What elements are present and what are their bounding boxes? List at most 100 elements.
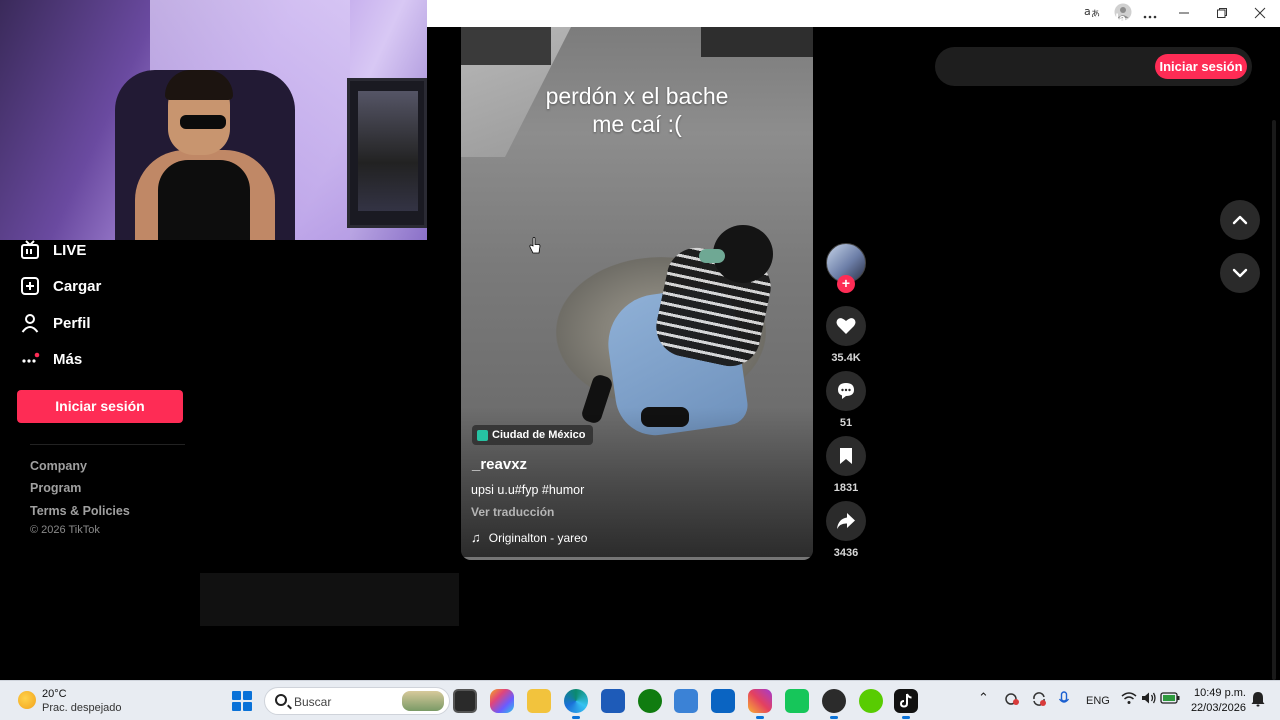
video-username[interactable]: _reavxz (472, 456, 527, 473)
file-explorer-icon[interactable] (527, 689, 551, 713)
video-player[interactable]: perdón x el bache me caí :( Ciudad de Mé… (461, 27, 813, 560)
minimize-icon[interactable] (1173, 3, 1195, 25)
comment-icon (838, 383, 854, 399)
tiktok-icon[interactable] (894, 689, 918, 719)
get-desktop-label: Obtener la ... (1064, 12, 1140, 26)
clock-date: 22/03/2026 (1190, 702, 1246, 714)
location-badge[interactable]: Ciudad de México (472, 425, 593, 445)
search-icon (275, 694, 287, 706)
tray-network-alert-icon[interactable] (1004, 691, 1020, 710)
caption-line: me caí :( (592, 111, 682, 137)
music-note-icon: ♫ (471, 530, 481, 545)
sidebar-item-label: Cargar (53, 277, 102, 295)
tiktok-app: aあ LIVE Cargar Perfil Más Iniciar sesión… (0, 0, 1280, 720)
translate-link[interactable]: Ver traducción (471, 505, 554, 519)
tiktok-coin-icon (947, 12, 960, 26)
outlook-icon[interactable] (711, 689, 735, 713)
obs-icon[interactable] (822, 689, 846, 719)
search-label: Buscar (294, 695, 332, 709)
footer-link-program[interactable]: Program (30, 481, 81, 495)
share-icon (837, 513, 855, 529)
sidebar-item-label: Más (53, 350, 83, 368)
bookmark-icon (840, 448, 852, 464)
footer-link-terms[interactable]: Terms & Policies (30, 504, 130, 518)
caption-line: perdón x el bache (545, 83, 729, 109)
microsoft-store-icon[interactable] (601, 689, 625, 713)
search-highlight-image (402, 691, 444, 711)
clock-time: 10:49 p.m. (1194, 687, 1246, 699)
save-button[interactable] (826, 436, 866, 476)
upload-icon (20, 276, 40, 296)
placeholder-panel (200, 573, 459, 626)
edge-icon[interactable] (564, 689, 588, 719)
wifi-icon[interactable] (1121, 691, 1137, 708)
save-count: 1831 (833, 482, 859, 494)
phone-icon (1048, 12, 1059, 26)
follow-plus-icon[interactable]: + (837, 275, 855, 293)
header-login-button[interactable]: Iniciar sesión (1155, 54, 1247, 79)
chevron-up-icon (1232, 215, 1248, 225)
chevron-down-icon (1232, 268, 1248, 278)
close-icon[interactable] (1249, 3, 1271, 25)
page-scrollbar[interactable] (1272, 120, 1276, 680)
sidebar-item-cargar[interactable]: Cargar (20, 272, 101, 300)
comment-button[interactable] (826, 371, 866, 411)
get-desktop-button[interactable]: Obtener la ... (1048, 12, 1140, 26)
sidebar-item-label: LIVE (53, 241, 87, 259)
sidebar-item-live[interactable]: LIVE (20, 236, 86, 264)
footer-link-company[interactable]: Company (30, 459, 87, 473)
like-button[interactable] (826, 306, 866, 346)
video-caption-overlay: perdón x el bache me caí :( (461, 82, 813, 138)
like-count: 35.4K (831, 352, 861, 364)
get-app-button[interactable]: Obtener M... (947, 12, 1036, 26)
share-count: 3436 (833, 547, 859, 559)
browser-topbar: aあ (427, 0, 1280, 27)
microphone-icon[interactable] (1058, 691, 1070, 710)
video-progress-bar[interactable] (461, 557, 813, 560)
duolingo-icon[interactable] (859, 689, 883, 713)
battery-icon[interactable] (1160, 692, 1180, 707)
tray-expand-icon[interactable]: ⌃ (978, 690, 989, 706)
share-button[interactable] (826, 501, 866, 541)
sidebar-item-label: Perfil (53, 314, 91, 332)
location-pin-icon (477, 429, 488, 441)
sidebar-divider (30, 444, 185, 445)
copyright: © 2026 TikTok (30, 524, 100, 536)
weather-widget[interactable]: 20°C Prac. despejado (18, 688, 158, 716)
location-label: Ciudad de México (492, 429, 586, 441)
previous-video-button[interactable] (1220, 200, 1260, 240)
restore-icon[interactable] (1211, 3, 1233, 25)
kick-icon[interactable] (785, 689, 809, 713)
outlook-box-icon[interactable] (674, 689, 698, 713)
get-app-label: Obtener M... (964, 12, 1037, 26)
weather-temp: 20°C (42, 688, 67, 700)
system-clock[interactable]: 10:49 p.m. 22/03/2026 (1188, 686, 1246, 716)
windows-start-icon[interactable] (232, 691, 252, 711)
heart-icon (836, 318, 856, 334)
more-icon[interactable] (1139, 3, 1161, 25)
volume-icon[interactable] (1141, 691, 1157, 708)
tray-sync-icon[interactable] (1031, 691, 1047, 710)
task-view-icon[interactable] (453, 689, 477, 713)
weather-sun-icon (18, 691, 36, 709)
notification-bell-icon[interactable] (1251, 691, 1265, 710)
copilot-icon[interactable] (490, 689, 514, 713)
xbox-icon[interactable] (638, 689, 662, 713)
next-video-button[interactable] (1220, 253, 1260, 293)
music-label: Originalton - yareo (488, 530, 588, 545)
sidebar-item-mas[interactable]: Más (20, 345, 82, 373)
windows-taskbar: 20°C Prac. despejado Buscar ⌃ ENG 10:49 … (0, 680, 1280, 720)
music-link[interactable]: ♫ Originalton - yareo (471, 530, 587, 545)
sidebar-item-perfil[interactable]: Perfil (20, 309, 91, 337)
profile-icon (20, 313, 40, 333)
instagram-icon[interactable] (748, 689, 772, 719)
hand-cursor-icon (529, 237, 541, 254)
taskbar-search[interactable]: Buscar (264, 687, 450, 715)
weather-condition: Prac. despejado (42, 702, 122, 714)
sidebar-login-button[interactable]: Iniciar sesión (17, 390, 183, 423)
video-description: upsi u.u#fyp #humor (471, 483, 585, 497)
language-indicator[interactable]: ENG (1086, 695, 1110, 707)
live-icon (20, 240, 40, 260)
more-dots-icon (20, 349, 40, 369)
comment-count: 51 (839, 417, 853, 429)
